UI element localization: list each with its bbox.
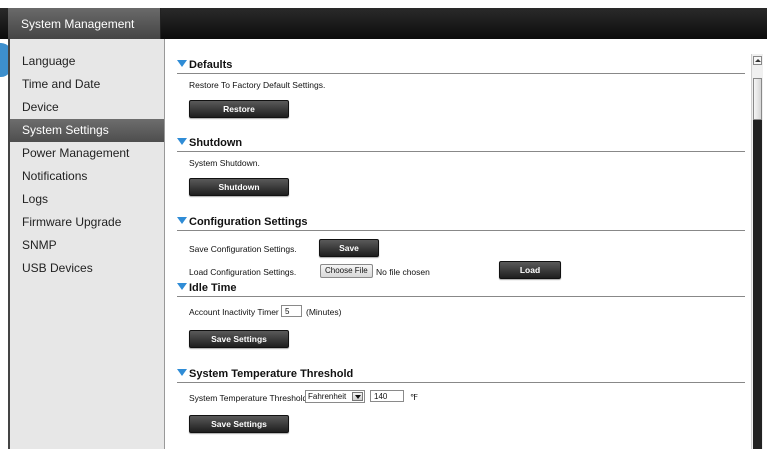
restore-button[interactable]: Restore xyxy=(189,100,289,118)
section-divider xyxy=(177,382,745,383)
load-config-button[interactable]: Load xyxy=(499,261,561,279)
section-idle-time-title[interactable]: Idle Time xyxy=(177,282,236,294)
sidebar: Language Time and Date Device System Set… xyxy=(10,39,165,449)
window-title: System Management xyxy=(21,17,135,31)
temperature-save-settings-button[interactable]: Save Settings xyxy=(189,415,289,433)
sidebar-item-usb-devices[interactable]: USB Devices xyxy=(10,257,164,280)
sidebar-item-system-settings[interactable]: System Settings xyxy=(10,119,164,142)
sidebar-item-notifications[interactable]: Notifications xyxy=(10,165,164,188)
sidebar-item-firmware-upgrade[interactable]: Firmware Upgrade xyxy=(10,211,164,234)
collapse-triangle-icon xyxy=(177,60,187,67)
sidebar-item-device[interactable]: Device xyxy=(10,96,164,119)
temperature-threshold-label: System Temperature Threshold xyxy=(189,393,308,403)
scroll-track[interactable] xyxy=(753,120,762,449)
section-divider xyxy=(177,73,745,74)
save-config-button[interactable]: Save xyxy=(319,239,379,257)
defaults-description: Restore To Factory Default Settings. xyxy=(189,80,326,90)
vertical-scrollbar[interactable] xyxy=(751,54,763,449)
sidebar-item-language[interactable]: Language xyxy=(10,50,164,73)
collapse-triangle-icon xyxy=(177,283,187,290)
collapse-triangle-icon xyxy=(177,369,187,376)
temperature-unit-symbol: ℉ xyxy=(410,392,419,402)
sidebar-item-power-management[interactable]: Power Management xyxy=(10,142,164,165)
top-margin xyxy=(0,0,767,8)
section-divider xyxy=(177,151,745,152)
section-temperature-title[interactable]: System Temperature Threshold xyxy=(177,368,353,380)
idle-timer-input[interactable]: 5 xyxy=(281,305,302,317)
section-configuration-title[interactable]: Configuration Settings xyxy=(177,216,308,228)
collapse-triangle-icon xyxy=(177,217,187,224)
chevron-down-icon xyxy=(352,392,363,401)
shutdown-description: System Shutdown. xyxy=(189,158,260,168)
scroll-up-icon[interactable] xyxy=(753,56,762,65)
shutdown-button[interactable]: Shutdown xyxy=(189,178,289,196)
idle-timer-label: Account Inactivity Timer xyxy=(189,307,279,317)
window-tab: System Management xyxy=(8,8,161,39)
section-divider xyxy=(177,296,745,297)
collapse-triangle-icon xyxy=(177,138,187,145)
load-config-description: Load Configuration Settings. xyxy=(189,267,297,277)
section-divider xyxy=(177,230,745,231)
save-config-description: Save Configuration Settings. xyxy=(189,244,297,254)
idle-timer-unit: (Minutes) xyxy=(306,307,342,317)
main-content: Defaults Restore To Factory Default Sett… xyxy=(165,39,751,449)
temperature-threshold-input[interactable]: 140 xyxy=(370,390,404,402)
section-defaults-title[interactable]: Defaults xyxy=(177,59,232,71)
idle-save-settings-button[interactable]: Save Settings xyxy=(189,330,289,348)
sidebar-item-logs[interactable]: Logs xyxy=(10,188,164,211)
scroll-thumb[interactable] xyxy=(753,78,762,120)
sidebar-item-snmp[interactable]: SNMP xyxy=(10,234,164,257)
file-status-text: No file chosen xyxy=(376,267,430,277)
temperature-unit-select[interactable]: Fahrenheit xyxy=(305,390,365,403)
section-shutdown-title[interactable]: Shutdown xyxy=(177,137,242,149)
sidebar-item-time-and-date[interactable]: Time and Date xyxy=(10,73,164,96)
choose-file-button[interactable]: Choose File xyxy=(320,264,373,278)
